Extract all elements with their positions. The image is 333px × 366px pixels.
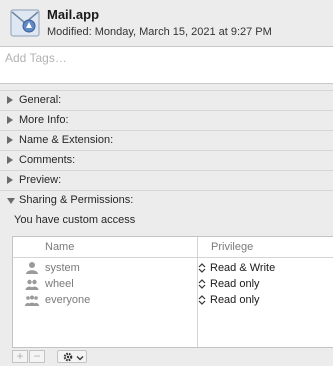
- table-header: Name Privilege: [13, 237, 333, 258]
- section-sharing-permissions[interactable]: Sharing & Permissions:: [0, 190, 333, 210]
- tags-field[interactable]: [0, 46, 333, 84]
- section-label: Comments:: [19, 154, 76, 166]
- disclosure-triangle-icon[interactable]: [7, 156, 13, 164]
- disclosure-triangle-icon[interactable]: [7, 96, 13, 104]
- user-name: everyone: [45, 294, 91, 306]
- chevron-down-icon: [76, 353, 84, 365]
- permissions-toolbar: + −: [12, 350, 333, 363]
- column-header-name[interactable]: Name: [45, 241, 74, 253]
- access-status-text: You have custom access: [14, 214, 136, 226]
- section-label: Name & Extension:: [19, 134, 114, 146]
- privilege-value: Read & Write: [210, 262, 276, 274]
- disclosure-triangle-icon[interactable]: [7, 198, 15, 204]
- privilege-value: Read only: [210, 294, 260, 306]
- info-header: Mail.app Modified: Monday, March 15, 202…: [0, 0, 333, 46]
- file-name: Mail.app: [47, 7, 100, 22]
- single-user-icon: [25, 261, 39, 275]
- user-name: system: [45, 262, 80, 274]
- section-label: General:: [19, 94, 62, 106]
- section-label: Sharing & Permissions:: [19, 194, 134, 206]
- table-row[interactable]: wheel Read only: [13, 276, 333, 292]
- everyone-icon: [25, 293, 39, 307]
- popup-chevrons-icon: [198, 262, 206, 274]
- user-name: wheel: [45, 278, 74, 290]
- popup-chevrons-icon: [198, 294, 206, 306]
- section-more-info[interactable]: More Info:: [0, 110, 333, 130]
- section-general[interactable]: General:: [0, 90, 333, 110]
- disclosure-triangle-icon[interactable]: [7, 116, 13, 124]
- popup-chevrons-icon: [198, 278, 206, 290]
- disclosure-triangle-icon[interactable]: [7, 176, 13, 184]
- action-menu-button[interactable]: [57, 350, 87, 363]
- tags-input[interactable]: [0, 47, 330, 69]
- column-header-privilege[interactable]: Privilege: [211, 241, 253, 253]
- permissions-table[interactable]: Name Privilege system Read & Write wheel…: [12, 236, 333, 348]
- section-name-extension[interactable]: Name & Extension:: [0, 130, 333, 150]
- table-row[interactable]: system Read & Write: [13, 260, 333, 276]
- disclosure-triangle-icon[interactable]: [7, 136, 13, 144]
- remove-user-button[interactable]: −: [29, 350, 45, 363]
- modified-date: Modified: Monday, March 15, 2021 at 9:27…: [47, 26, 272, 38]
- section-label: More Info:: [19, 114, 69, 126]
- gear-icon: [62, 351, 74, 366]
- add-user-button[interactable]: +: [12, 350, 28, 363]
- section-label: Preview:: [19, 174, 62, 186]
- table-row[interactable]: everyone Read only: [13, 292, 333, 308]
- mail-app-icon: [9, 6, 41, 40]
- section-comments[interactable]: Comments:: [0, 150, 333, 170]
- section-preview[interactable]: Preview:: [0, 170, 333, 190]
- group-icon: [25, 277, 39, 291]
- privilege-value: Read only: [210, 278, 260, 290]
